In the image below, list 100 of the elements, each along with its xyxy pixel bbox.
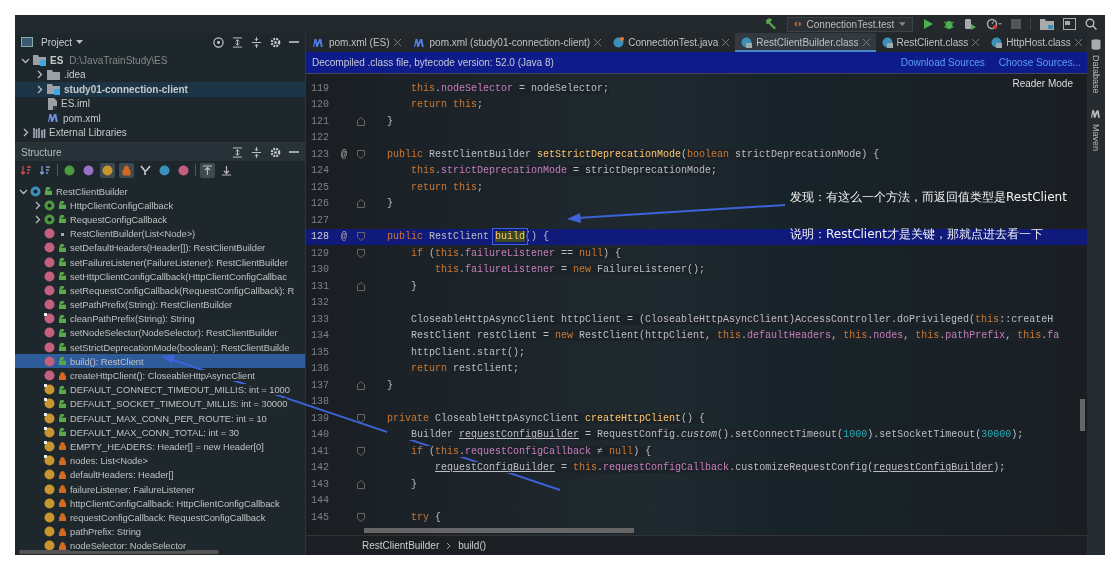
fold-icon[interactable]: [357, 512, 365, 522]
structure-tree-item[interactable]: nodes: List<Node>: [15, 453, 305, 468]
project-tree-item[interactable]: pom.xml: [15, 111, 305, 126]
settings-icon[interactable]: [270, 146, 281, 158]
hammer-icon[interactable]: [764, 17, 778, 31]
structure-tree-item[interactable]: setDefaultHeaders(Header[]): RestClientBuilder: [15, 240, 305, 255]
structure-tree-item[interactable]: setHttpClientConfigCallback(HttpClientConfigCallbac: [15, 269, 305, 284]
coverage-icon[interactable]: [964, 18, 977, 30]
line-number: 137: [310, 379, 330, 391]
structure-tree-item[interactable]: DEFAULT_SOCKET_TIMEOUT_MILLIS: int = 30000: [15, 396, 305, 411]
database-icon[interactable]: [1091, 39, 1101, 50]
structure-tree-item[interactable]: setFailureListener(FailureListener): RestClientBuilder: [15, 254, 305, 270]
structure-tree-item[interactable]: failureListener: FailureListener: [15, 481, 305, 497]
chevron-icon[interactable]: [35, 84, 44, 94]
structure-tree-item[interactable]: defaultHeaders: Header[]: [15, 467, 305, 482]
close-icon[interactable]: [722, 39, 730, 46]
editor-tab[interactable]: pom.xml (study01-connection-client): [406, 33, 608, 52]
reader-mode-link[interactable]: Reader Mode: [1012, 78, 1073, 89]
chevron-icon[interactable]: [21, 128, 30, 138]
structure-tree-item[interactable]: setStrictDeprecationMode(boolean): RestClientBuilde: [15, 340, 305, 355]
filter-toggle[interactable]: [119, 162, 134, 178]
fold-icon[interactable]: [357, 446, 365, 456]
bug-icon[interactable]: [943, 18, 955, 30]
folder-icon[interactable]: [1040, 18, 1054, 30]
chevron-icon[interactable]: [35, 70, 44, 80]
settings-icon[interactable]: [270, 36, 281, 48]
run-configuration-dropdown[interactable]: ConnectionTest.test: [787, 16, 913, 32]
editor-tab[interactable]: pom.xml (ES): [306, 33, 407, 52]
structure-tree-item[interactable]: setRequestConfigCallback(RequestConfigCallback): R: [15, 283, 305, 298]
structure-tree-item[interactable]: HttpClientConfigCallback: [15, 198, 305, 213]
member-icon: [44, 284, 55, 296]
fold-icon[interactable]: [357, 413, 365, 423]
close-icon[interactable]: [972, 39, 980, 46]
chevron-icon[interactable]: [33, 214, 42, 224]
close-icon[interactable]: [594, 39, 602, 46]
chevron-icon[interactable]: [33, 200, 42, 210]
structure-tree-item[interactable]: RequestConfigCallback: [15, 212, 305, 227]
scrollbar[interactable]: [364, 528, 634, 533]
scrollbar[interactable]: [19, 550, 219, 554]
editor-tab[interactable]: RestClient.class: [875, 33, 986, 52]
fold-icon[interactable]: [357, 281, 365, 291]
fold-icon[interactable]: [357, 479, 365, 489]
editor-tab[interactable]: ConnectionTest.java: [607, 33, 736, 52]
line-number: 129: [310, 247, 330, 259]
structure-tree-item[interactable]: DEFAULT_MAX_CONN_PER_ROUTE: int = 10: [15, 411, 305, 426]
project-tree-item[interactable]: .idea: [15, 67, 305, 82]
structure-tree-item[interactable]: nodeSelector: NodeSelector: [15, 538, 305, 553]
structure-tree-item[interactable]: RestClientBuilder(List<Node>): [15, 226, 305, 241]
expand-all-icon[interactable]: [232, 36, 243, 48]
fold-icon[interactable]: [357, 199, 365, 209]
structure-tree-item[interactable]: cleanPathPrefix(String): String: [15, 311, 305, 326]
filter-toggle[interactable]: [200, 162, 215, 178]
structure-tree-item[interactable]: RestClientBuilder: [15, 184, 305, 199]
project-view-dropdown[interactable]: Project: [41, 36, 84, 48]
structure-tree-item[interactable]: DEFAULT_MAX_CONN_TOTAL: int = 30: [15, 425, 305, 440]
line-number: 120: [310, 99, 330, 111]
close-icon[interactable]: [1074, 39, 1082, 46]
structure-tree-item[interactable]: createHttpClient(): CloseableHttpAsyncClient: [15, 368, 305, 383]
structure-tree-item[interactable]: EMPTY_HEADERS: Header[] = new Header[0]: [15, 439, 305, 454]
project-tree-item[interactable]: ES D:\JavaTrainStudy\ES: [15, 53, 305, 68]
close-icon[interactable]: [393, 39, 401, 46]
project-tree-item[interactable]: study01-connection-client: [15, 82, 305, 97]
tool-window-label[interactable]: Maven: [1091, 123, 1101, 151]
project-tree-item[interactable]: External Libraries: [15, 125, 305, 140]
project-tree-item[interactable]: ES.iml: [15, 96, 305, 111]
window-icon[interactable]: [1063, 18, 1076, 30]
breadcrumb[interactable]: build(): [458, 540, 487, 551]
maven-icon[interactable]: [1090, 108, 1102, 119]
fold-icon[interactable]: [357, 149, 365, 159]
run-icon[interactable]: [922, 18, 934, 30]
gutter-mark[interactable]: @: [341, 231, 347, 243]
expand-all-icon[interactable]: [232, 146, 243, 158]
breadcrumb[interactable]: RestClientBuilder: [362, 540, 440, 551]
fold-icon[interactable]: [357, 380, 365, 390]
structure-tree-item[interactable]: setNodeSelector(NodeSelector): RestClientBuilder: [15, 325, 305, 341]
library-icon: [33, 127, 46, 139]
collapse-all-icon[interactable]: [251, 36, 262, 48]
scrollbar[interactable]: [1080, 399, 1085, 431]
structure-tree-item[interactable]: setPathPrefix(String): RestClientBuilder: [15, 297, 305, 312]
structure-tree-item[interactable]: pathPrefix: String: [15, 524, 305, 539]
tool-window-label[interactable]: Database: [1091, 55, 1101, 94]
structure-tree-item[interactable]: requestConfigCallback: RequestConfigCallback: [15, 510, 305, 525]
collapse-all-icon[interactable]: [251, 146, 262, 158]
gutter-mark[interactable]: @: [341, 148, 347, 160]
target-icon[interactable]: [213, 36, 224, 48]
gauge-icon[interactable]: [986, 18, 1002, 30]
structure-tree-item[interactable]: DEFAULT_CONNECT_TIMEOUT_MILLIS: int = 1000: [15, 382, 305, 397]
member-icon: [30, 185, 41, 197]
search-icon[interactable]: [1085, 18, 1097, 30]
fold-icon[interactable]: [357, 116, 365, 126]
banner-link[interactable]: Download Sources: [900, 57, 985, 68]
banner-message: Decompiled .class file, bytecode version: 52.0 (Java 8): [312, 57, 554, 68]
editor-tab[interactable]: RestClientBuilder.class: [735, 33, 876, 52]
structure-item-label: DEFAULT_CONNECT_TIMEOUT_MILLIS: int = 1000: [70, 384, 290, 396]
banner-link[interactable]: Choose Sources...: [998, 57, 1081, 68]
structure-tree-item[interactable]: httpClientConfigCallback: HttpClientConfigCallback: [15, 496, 305, 511]
structure-tree-item[interactable]: build(): RestClient: [15, 354, 305, 369]
close-icon[interactable]: [862, 39, 870, 46]
filter-toggle[interactable]: [100, 162, 115, 178]
editor-tab[interactable]: HttpHost.class: [985, 33, 1088, 52]
